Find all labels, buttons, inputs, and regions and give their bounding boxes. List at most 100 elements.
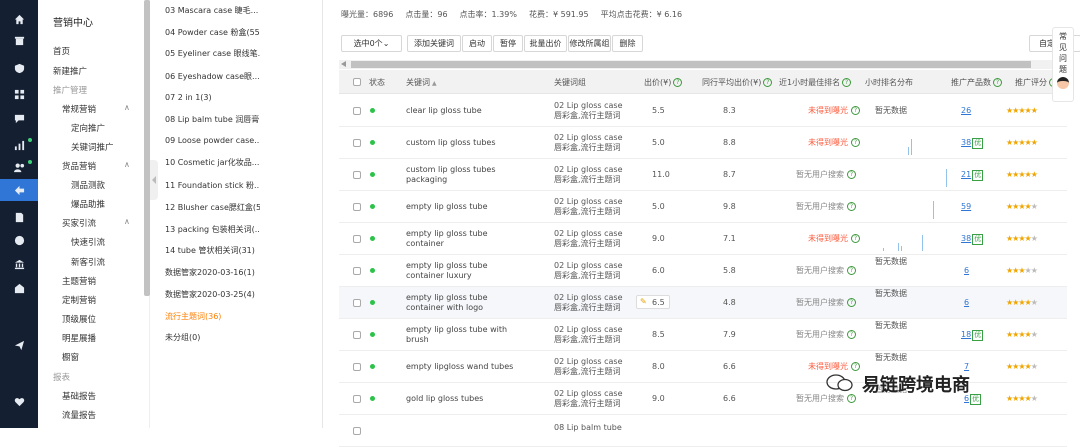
help-icon[interactable]: ? (763, 78, 773, 87)
col-products[interactable]: 推广产品数? (951, 77, 1002, 88)
group-item[interactable]: 未分组(0) (165, 332, 260, 343)
row-checkbox[interactable] (353, 203, 361, 211)
menu-item[interactable]: 定制营销 (62, 294, 96, 306)
table-row[interactable]: empty lip gloss tube container luxury 02 L… (339, 255, 1067, 287)
menu-item[interactable]: 主题营销 (62, 275, 96, 287)
menu-item[interactable]: 测品测款 (71, 179, 105, 191)
row-checkbox[interactable] (353, 139, 361, 147)
bar-chart-nav-button[interactable] (0, 134, 38, 156)
row-checkbox[interactable] (353, 299, 361, 307)
products-cell[interactable]: 6 (964, 266, 969, 276)
document-nav-button[interactable] (0, 206, 38, 228)
globe-nav-button[interactable] (0, 229, 38, 251)
table-row[interactable]: clear lip gloss tube 02 Lip gloss case 唇彩盒… (339, 95, 1067, 127)
row-checkbox[interactable] (353, 395, 361, 403)
table-row[interactable]: empty lip gloss tube with brush 02 Lip glo… (339, 319, 1067, 351)
help-icon[interactable]: ? (993, 78, 1002, 87)
row-checkbox[interactable] (353, 427, 361, 435)
message-nav-button[interactable] (0, 107, 38, 129)
products-cell[interactable]: 26 (961, 106, 971, 116)
users-nav-button[interactable] (0, 156, 38, 178)
col-hour-dist[interactable]: 小时排名分布 (865, 77, 913, 88)
products-cell[interactable]: 38 优 (961, 138, 984, 149)
help-icon[interactable]: ? (673, 78, 683, 87)
menu-item[interactable]: 明星展播 (62, 332, 96, 344)
group-item[interactable]: 12 Blusher case腮红盒(5) (165, 202, 260, 213)
col-keyword[interactable]: 关键词 ▲ (406, 77, 437, 88)
group-item[interactable]: 数据管家2020-03-16(1) (165, 267, 260, 278)
heart-nav-button[interactable] (0, 390, 38, 412)
group-item[interactable]: 05 Eyeliner case 眼线笔... (165, 48, 260, 59)
group-item[interactable]: 07 2 in 1(3) (165, 93, 260, 102)
menu-item[interactable]: 快速引流 (71, 236, 105, 248)
chevron-up-icon[interactable]: ∧ (124, 103, 130, 112)
table-row[interactable]: empty lip gloss tube container 02 Lip glos… (339, 223, 1067, 255)
menu-item[interactable]: 定向推广 (71, 122, 105, 134)
shop-nav-button[interactable] (0, 29, 38, 51)
col-group[interactable]: 关键词组 (554, 77, 586, 88)
help-icon[interactable]: ? (847, 330, 856, 339)
col-best-rank[interactable]: 近1小时最佳排名? (779, 77, 852, 88)
products-cell[interactable]: 6 (964, 298, 969, 308)
menu-item[interactable]: 爆品助推 (71, 198, 105, 210)
table-row[interactable]: custom lip gloss tubes packaging 02 Lip gl… (339, 159, 1067, 191)
bid-value[interactable]: 6.5 (652, 298, 665, 308)
select-all-checkbox[interactable] (353, 78, 361, 86)
help-icon[interactable]: ? (851, 106, 860, 115)
menu-item[interactable]: 新建推广 (53, 65, 87, 77)
menu-item[interactable]: 顶级展位 (62, 313, 96, 325)
shield-nav-button[interactable] (0, 57, 38, 79)
menu-item[interactable]: 基础报告 (62, 390, 96, 402)
col-avg-bid[interactable]: 同行平均出价(¥)? (702, 77, 773, 88)
menu-item[interactable]: 关键词推广 (71, 141, 114, 153)
menu-item[interactable]: 货品营销 ∧ (62, 160, 130, 172)
chevron-up-icon[interactable]: ∧ (124, 160, 130, 169)
sort-icon[interactable]: ▲ (432, 80, 437, 87)
row-checkbox[interactable] (353, 171, 361, 179)
group-item[interactable]: 08 Lip balm tube 润唇膏... (165, 114, 260, 125)
select-dropdown[interactable]: 选中0个 ⌄ (341, 35, 402, 52)
group-item[interactable]: 11 Foundation stick 粉... (165, 180, 260, 191)
scroll-thumb[interactable] (351, 61, 1031, 68)
faq-button[interactable]: 常见问题 (1052, 27, 1074, 102)
menu-item[interactable]: 买家引流 ∧ (62, 217, 130, 229)
row-checkbox[interactable] (353, 331, 361, 339)
chevron-up-icon[interactable]: ∧ (124, 217, 130, 226)
help-icon[interactable]: ? (847, 170, 856, 179)
group-item[interactable]: 14 tube 管状相关词(31) (165, 245, 260, 256)
group-item[interactable]: 09 Loose powder case... (165, 136, 260, 145)
menu-item[interactable]: 新客引流 (71, 256, 105, 268)
delete-button[interactable]: 删除 (612, 35, 643, 52)
help-icon[interactable]: ? (847, 298, 856, 307)
group-item[interactable]: 03 Mascara case 睫毛... (165, 5, 260, 16)
collapse-panel-handle[interactable] (150, 160, 158, 200)
help-icon[interactable]: ? (847, 202, 856, 211)
menu-item[interactable]: 常规营销 ∧ (62, 103, 130, 115)
col-bid[interactable]: 出价(¥)? (644, 77, 683, 88)
help-icon[interactable]: ? (851, 362, 860, 371)
row-checkbox[interactable] (353, 235, 361, 243)
add-keyword-button[interactable]: 添加关键词 (407, 35, 461, 52)
bank-nav-button[interactable] (0, 253, 38, 275)
help-icon[interactable]: ? (842, 78, 852, 87)
group-item[interactable]: 13 packing 包装相关词(... (165, 224, 260, 235)
row-checkbox[interactable] (353, 267, 361, 275)
group-item[interactable]: 数据管家2020-03-25(4) (165, 289, 260, 300)
pause-button[interactable]: 暂停 (493, 35, 523, 52)
table-row[interactable]: custom lip gloss tubes 02 Lip gloss case 唇… (339, 127, 1067, 159)
share-nav-button[interactable] (0, 179, 38, 201)
table-row[interactable]: empty lip gloss tube container with logo 0… (339, 287, 1067, 319)
row-checkbox[interactable] (353, 363, 361, 371)
row-checkbox[interactable] (353, 107, 361, 115)
help-icon[interactable]: ? (851, 138, 860, 147)
help-icon[interactable]: ? (851, 234, 860, 243)
group-item[interactable]: 06 Eyeshadow case眼... (165, 71, 260, 82)
group-item[interactable]: 04 Powder case 粉盒(55) (165, 27, 260, 38)
horizontal-scrollbar[interactable] (339, 60, 1067, 69)
table-row[interactable]: 08 Lip balm tube (339, 415, 1067, 447)
home-nav-button[interactable] (0, 8, 38, 30)
change-group-button[interactable]: 修改所属组 (568, 35, 611, 52)
building-nav-button[interactable] (0, 277, 38, 299)
scroll-left-icon[interactable] (341, 61, 346, 67)
help-icon[interactable]: ? (847, 266, 856, 275)
